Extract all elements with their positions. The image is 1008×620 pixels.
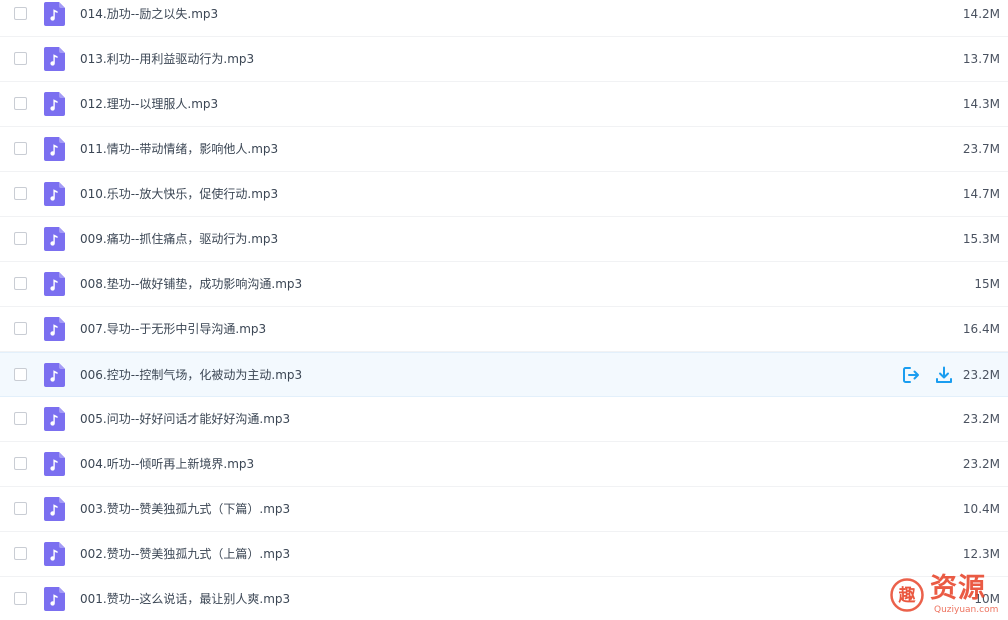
file-size: 15M bbox=[974, 277, 1000, 291]
file-row[interactable]: 003.赞功--赞美独孤九式（下篇）.mp3 10.4M bbox=[0, 487, 1008, 532]
file-name[interactable]: 005.问功--好好问话才能好好沟通.mp3 bbox=[80, 411, 290, 427]
file-size: 10M bbox=[974, 592, 1000, 606]
file-size: 14.7M bbox=[962, 187, 1000, 201]
file-size: 15.3M bbox=[962, 232, 1000, 246]
music-note-icon bbox=[44, 92, 65, 116]
share-icon[interactable] bbox=[901, 365, 921, 385]
download-icon[interactable] bbox=[934, 365, 954, 385]
music-note-icon bbox=[44, 407, 65, 431]
file-name[interactable]: 013.利功--用利益驱动行为.mp3 bbox=[80, 51, 254, 67]
file-name[interactable]: 012.理功--以理服人.mp3 bbox=[80, 96, 218, 112]
row-checkbox[interactable] bbox=[14, 322, 27, 335]
row-checkbox[interactable] bbox=[14, 232, 27, 245]
file-name[interactable]: 002.赞功--赞美独孤九式（上篇）.mp3 bbox=[80, 546, 290, 562]
file-row[interactable]: 009.痛功--抓住痛点，驱动行为.mp3 15.3M bbox=[0, 217, 1008, 262]
file-row[interactable]: 011.情功--带动情绪，影响他人.mp3 23.7M bbox=[0, 127, 1008, 172]
music-note-icon bbox=[44, 363, 65, 387]
file-row[interactable]: 004.听功--倾听再上新境界.mp3 23.2M bbox=[0, 442, 1008, 487]
row-checkbox[interactable] bbox=[14, 502, 27, 515]
music-note-icon bbox=[44, 542, 65, 566]
file-size: 13.7M bbox=[962, 52, 1000, 66]
music-note-icon bbox=[44, 47, 65, 71]
file-size: 12.3M bbox=[962, 547, 1000, 561]
file-size: 23.2M bbox=[962, 412, 1000, 426]
row-checkbox[interactable] bbox=[14, 547, 27, 560]
file-row[interactable]: 013.利功--用利益驱动行为.mp3 13.7M bbox=[0, 37, 1008, 82]
file-name[interactable]: 006.控功--控制气场，化被动为主动.mp3 bbox=[80, 367, 302, 383]
row-checkbox[interactable] bbox=[14, 277, 27, 290]
row-checkbox[interactable] bbox=[14, 592, 27, 605]
file-name[interactable]: 003.赞功--赞美独孤九式（下篇）.mp3 bbox=[80, 501, 290, 517]
music-note-icon bbox=[44, 182, 65, 206]
file-row[interactable]: 008.垫功--做好铺垫，成功影响沟通.mp3 15M bbox=[0, 262, 1008, 307]
file-size: 16.4M bbox=[962, 322, 1000, 336]
file-name[interactable]: 009.痛功--抓住痛点，驱动行为.mp3 bbox=[80, 231, 278, 247]
file-list: 014.劢功--励之以失.mp3 14.2M 013.利功--用利益驱动行为.mp3… bbox=[0, 0, 1008, 620]
file-name[interactable]: 001.赞功--这么说话，最让别人爽.mp3 bbox=[80, 591, 290, 607]
music-note-icon bbox=[44, 137, 65, 161]
file-name[interactable]: 008.垫功--做好铺垫，成功影响沟通.mp3 bbox=[80, 276, 302, 292]
file-size: 23.2M bbox=[962, 368, 1000, 382]
row-checkbox[interactable] bbox=[14, 7, 27, 20]
music-note-icon bbox=[44, 2, 65, 26]
music-note-icon bbox=[44, 317, 65, 341]
row-checkbox[interactable] bbox=[14, 457, 27, 470]
row-checkbox[interactable] bbox=[14, 412, 27, 425]
file-row[interactable]: 010.乐功--放大快乐，促使行动.mp3 14.7M bbox=[0, 172, 1008, 217]
file-name[interactable]: 004.听功--倾听再上新境界.mp3 bbox=[80, 456, 254, 472]
file-name[interactable]: 007.导功--于无形中引导沟通.mp3 bbox=[80, 321, 266, 337]
row-checkbox[interactable] bbox=[14, 142, 27, 155]
music-note-icon bbox=[44, 272, 65, 296]
file-name[interactable]: 014.劢功--励之以失.mp3 bbox=[80, 6, 218, 22]
file-size: 23.2M bbox=[962, 457, 1000, 471]
row-checkbox[interactable] bbox=[14, 368, 27, 381]
file-row[interactable]: 012.理功--以理服人.mp3 14.3M bbox=[0, 82, 1008, 127]
music-note-icon bbox=[44, 497, 65, 521]
file-row[interactable]: 006.控功--控制气场，化被动为主动.mp3 23.2M bbox=[0, 352, 1008, 397]
file-size: 14.3M bbox=[962, 97, 1000, 111]
file-row[interactable]: 007.导功--于无形中引导沟通.mp3 16.4M bbox=[0, 307, 1008, 352]
file-row[interactable]: 002.赞功--赞美独孤九式（上篇）.mp3 12.3M bbox=[0, 532, 1008, 577]
row-checkbox[interactable] bbox=[14, 97, 27, 110]
music-note-icon bbox=[44, 587, 65, 611]
file-size: 14.2M bbox=[962, 7, 1000, 21]
row-checkbox[interactable] bbox=[14, 187, 27, 200]
file-name[interactable]: 010.乐功--放大快乐，促使行动.mp3 bbox=[80, 186, 278, 202]
file-row[interactable]: 001.赞功--这么说话，最让别人爽.mp3 10M bbox=[0, 577, 1008, 620]
file-name[interactable]: 011.情功--带动情绪，影响他人.mp3 bbox=[80, 141, 278, 157]
music-note-icon bbox=[44, 227, 65, 251]
file-row[interactable]: 005.问功--好好问话才能好好沟通.mp3 23.2M bbox=[0, 397, 1008, 442]
file-size: 23.7M bbox=[962, 142, 1000, 156]
file-row[interactable]: 014.劢功--励之以失.mp3 14.2M bbox=[0, 0, 1008, 37]
music-note-icon bbox=[44, 452, 65, 476]
row-checkbox[interactable] bbox=[14, 52, 27, 65]
file-size: 10.4M bbox=[962, 502, 1000, 516]
